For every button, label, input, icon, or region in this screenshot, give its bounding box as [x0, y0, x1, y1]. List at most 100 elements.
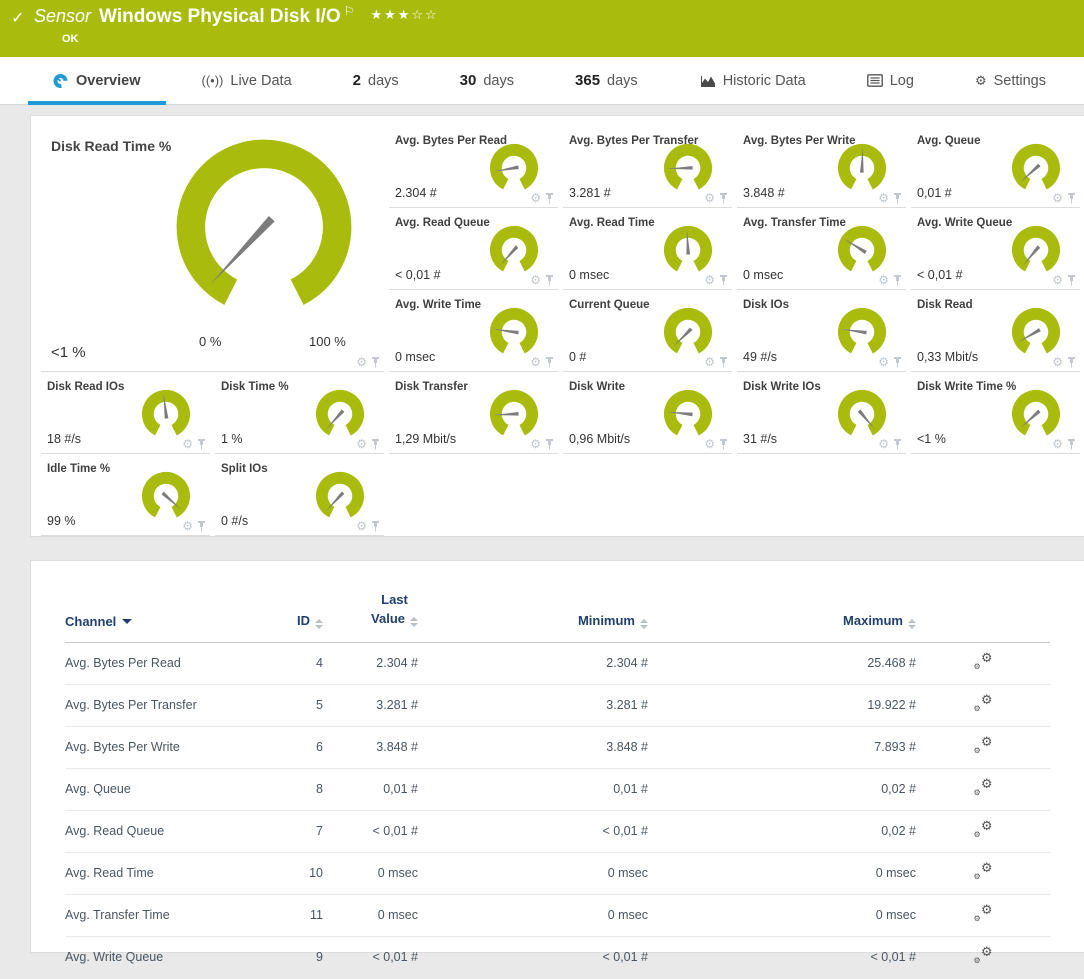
tab-historic-data[interactable]: Historic Data: [699, 73, 806, 89]
gauge-tile-idle-time-pct[interactable]: Idle Time % 99 % ⚙: [41, 454, 210, 536]
pin-icon[interactable]: [719, 439, 728, 450]
gauge-value: 0 msec: [395, 350, 435, 364]
pin-icon[interactable]: [545, 439, 554, 450]
tab-log[interactable]: Log: [867, 73, 914, 89]
pin-icon[interactable]: [545, 357, 554, 368]
channel-settings-icon[interactable]: ⚙⚙: [974, 906, 993, 922]
gauge-tile-avg-read-time[interactable]: Avg. Read Time 0 msec ⚙: [563, 208, 732, 290]
gear-icon[interactable]: ⚙: [1052, 438, 1063, 450]
flag-icon[interactable]: ⚐: [344, 4, 355, 18]
gauge-tile-disk-write-ios[interactable]: Disk Write IOs 31 #/s ⚙: [737, 372, 906, 454]
gear-icon[interactable]: ⚙: [356, 356, 367, 368]
column-header-last-value[interactable]: Last Value: [323, 591, 418, 642]
pin-icon[interactable]: [719, 275, 728, 286]
gauge-tile-disk-transfer[interactable]: Disk Transfer 1,29 Mbit/s ⚙: [389, 372, 558, 454]
pin-icon[interactable]: [1067, 439, 1076, 450]
pin-icon[interactable]: [893, 439, 902, 450]
gauge-tile-split-ios[interactable]: Split IOs 0 #/s ⚙: [215, 454, 384, 536]
pin-icon[interactable]: [371, 439, 380, 450]
gear-icon[interactable]: ⚙: [1052, 274, 1063, 286]
channel-settings-icon[interactable]: ⚙⚙: [974, 738, 993, 754]
gear-icon[interactable]: ⚙: [356, 520, 367, 532]
gauge-label: Disk Write: [569, 381, 625, 393]
tab-30-days[interactable]: 30 days: [460, 72, 514, 89]
pin-icon[interactable]: [545, 193, 554, 204]
pin-icon[interactable]: [1067, 275, 1076, 286]
gauge-arc: [485, 303, 543, 361]
gear-icon[interactable]: ⚙: [1052, 192, 1063, 204]
main-gauge-value: <1 %: [51, 344, 86, 361]
pin-icon[interactable]: [893, 193, 902, 204]
gear-icon[interactable]: ⚙: [878, 438, 889, 450]
gauge-tile-disk-write[interactable]: Disk Write 0,96 Mbit/s ⚙: [563, 372, 732, 454]
pin-icon[interactable]: [545, 275, 554, 286]
pin-icon[interactable]: [719, 357, 728, 368]
gauge-tile-disk-read-ios[interactable]: Disk Read IOs 18 #/s ⚙: [41, 372, 210, 454]
area-chart-icon: [699, 74, 716, 88]
channel-settings-icon[interactable]: ⚙⚙: [974, 948, 993, 964]
gear-icon[interactable]: ⚙: [356, 438, 367, 450]
gear-icon[interactable]: ⚙: [530, 438, 541, 450]
tab-365-days[interactable]: 365 days: [575, 72, 638, 89]
tab-overview[interactable]: Overview: [52, 72, 141, 89]
gauge-tile-disk-ios[interactable]: Disk IOs 49 #/s ⚙: [737, 290, 906, 372]
pin-icon[interactable]: [1067, 193, 1076, 204]
gear-icon[interactable]: ⚙: [704, 192, 715, 204]
column-header-minimum[interactable]: Minimum: [418, 591, 648, 642]
gauge-label: Avg. Queue: [917, 135, 980, 147]
gauge-tile-avg-write-time[interactable]: Avg. Write Time 0 msec ⚙: [389, 290, 558, 372]
tab-settings[interactable]: ⚙ Settings: [975, 73, 1046, 89]
pin-icon[interactable]: [1067, 357, 1076, 368]
gauge-arc: [659, 303, 717, 361]
pin-icon[interactable]: [893, 357, 902, 368]
column-header-maximum[interactable]: Maximum: [648, 591, 916, 642]
gauge-tile-avg-bytes-per-transfer[interactable]: Avg. Bytes Per Transfer 3.281 # ⚙: [563, 126, 732, 208]
pin-icon[interactable]: [719, 193, 728, 204]
gauge-tile-avg-bytes-per-read[interactable]: Avg. Bytes Per Read 2.304 # ⚙: [389, 126, 558, 208]
tab-live-data[interactable]: ((•)) Live Data: [202, 73, 292, 89]
gear-icon[interactable]: ⚙: [530, 192, 541, 204]
channel-settings-icon[interactable]: ⚙⚙: [974, 696, 993, 712]
gauge-tile-avg-write-queue[interactable]: Avg. Write Queue < 0,01 # ⚙: [911, 208, 1080, 290]
sensor-header-bar: ✓ Sensor Windows Physical Disk I/O ⚐ ★★★…: [0, 0, 1084, 57]
gauge-tile-disk-time-pct[interactable]: Disk Time % 1 % ⚙: [215, 372, 384, 454]
pin-icon[interactable]: [197, 439, 206, 450]
gear-icon[interactable]: ⚙: [1052, 356, 1063, 368]
gauge-tile-avg-transfer-time[interactable]: Avg. Transfer Time 0 msec ⚙: [737, 208, 906, 290]
gauge-tile-avg-queue[interactable]: Avg. Queue 0,01 # ⚙: [911, 126, 1080, 208]
column-header-id[interactable]: ID: [275, 591, 323, 642]
priority-stars[interactable]: ★★★☆☆: [370, 7, 438, 23]
gear-icon[interactable]: ⚙: [704, 438, 715, 450]
channel-settings-icon[interactable]: ⚙⚙: [974, 654, 993, 670]
gear-icon[interactable]: ⚙: [182, 520, 193, 532]
channel-settings-icon[interactable]: ⚙⚙: [974, 822, 993, 838]
gauge-arc: [659, 139, 717, 197]
header-label: Minimum: [578, 613, 635, 628]
table-row: Avg. Read Queue 7 < 0,01 # < 0,01 # 0,02…: [65, 810, 1050, 852]
channel-settings-icon[interactable]: ⚙⚙: [974, 780, 993, 796]
gear-icon[interactable]: ⚙: [704, 274, 715, 286]
gear-icon[interactable]: ⚙: [530, 356, 541, 368]
channel-settings-icon[interactable]: ⚙⚙: [974, 864, 993, 880]
gear-icon[interactable]: ⚙: [704, 356, 715, 368]
channel-name: Avg. Queue: [65, 768, 275, 810]
gauge-tile-avg-bytes-per-write[interactable]: Avg. Bytes Per Write 3.848 # ⚙: [737, 126, 906, 208]
gear-icon[interactable]: ⚙: [878, 274, 889, 286]
gear-icon[interactable]: ⚙: [530, 274, 541, 286]
tab-2-days[interactable]: 2 days: [353, 72, 399, 89]
gear-icon[interactable]: ⚙: [878, 192, 889, 204]
gauge-tile-current-queue[interactable]: Current Queue 0 # ⚙: [563, 290, 732, 372]
column-header-channel[interactable]: Channel: [65, 591, 275, 642]
maximum-value: 0 msec: [648, 894, 916, 936]
gear-icon[interactable]: ⚙: [182, 438, 193, 450]
gear-icon[interactable]: ⚙: [878, 356, 889, 368]
gauge-tile-avg-read-queue[interactable]: Avg. Read Queue < 0,01 # ⚙: [389, 208, 558, 290]
pin-icon[interactable]: [197, 521, 206, 532]
gauge-tile-disk-read[interactable]: Disk Read 0,33 Mbit/s ⚙: [911, 290, 1080, 372]
pin-icon[interactable]: [371, 357, 380, 368]
active-tab-underline: [28, 101, 166, 105]
gauge-tile-disk-write-time-pct[interactable]: Disk Write Time % <1 % ⚙: [911, 372, 1080, 454]
pin-icon[interactable]: [893, 275, 902, 286]
main-gauge-tile[interactable]: Disk Read Time % <1 % 0 % 100 % ⚙: [41, 126, 384, 372]
pin-icon[interactable]: [371, 521, 380, 532]
